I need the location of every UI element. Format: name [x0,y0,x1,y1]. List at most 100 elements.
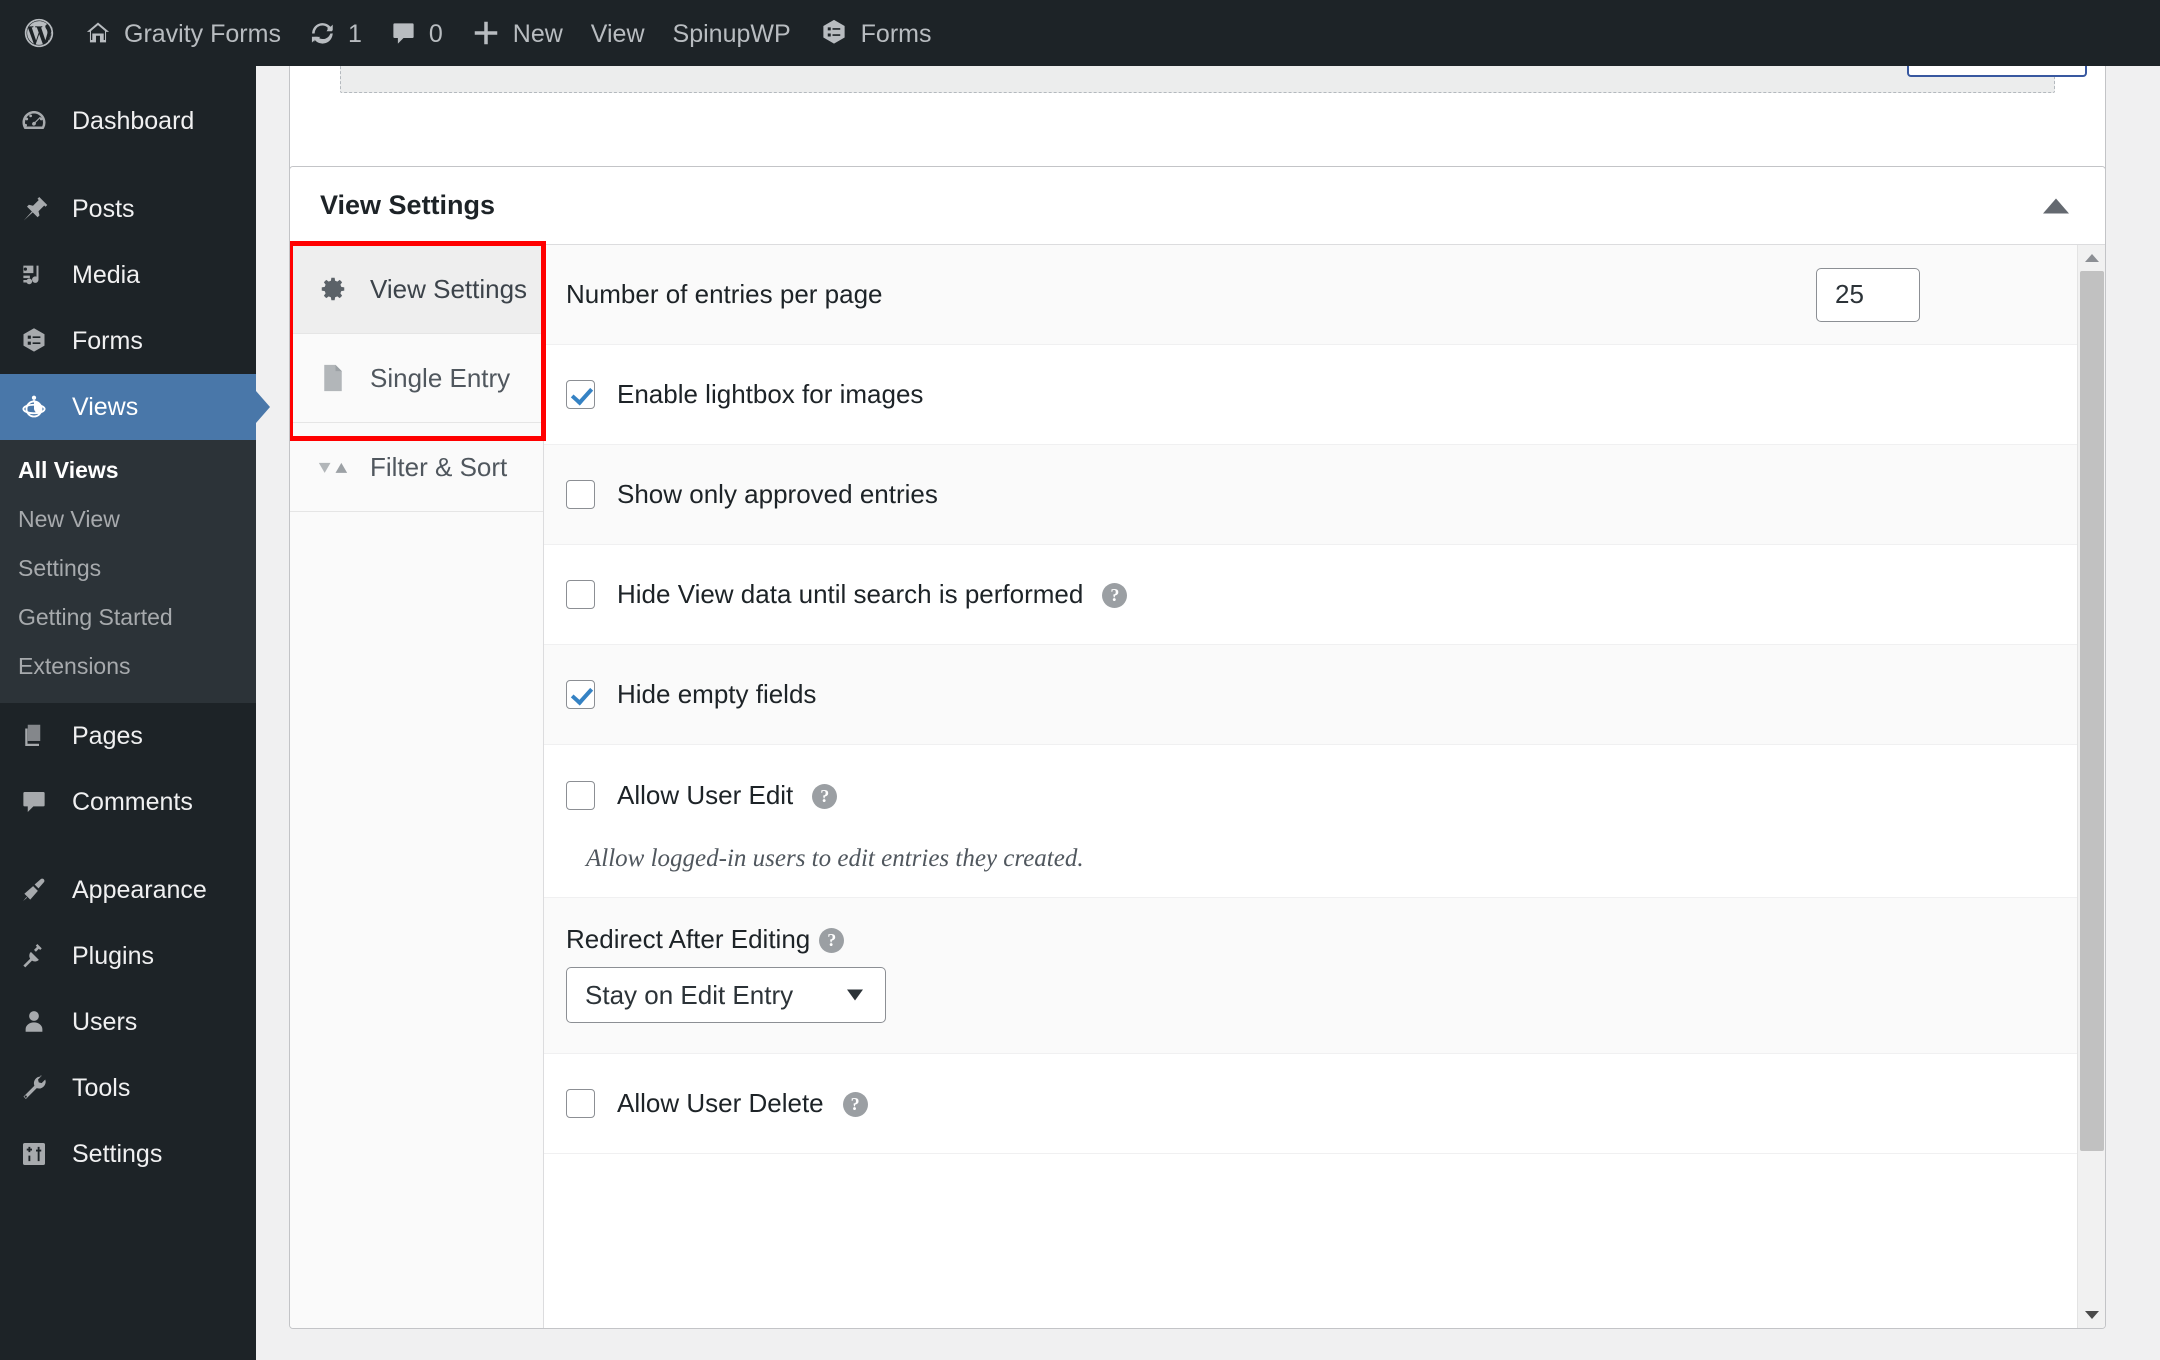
updates-icon [309,20,336,47]
scrollbar-thumb[interactable] [2080,271,2104,1151]
chevron-down-icon [847,989,863,1001]
adminbar-site-name-label: Gravity Forms [124,19,281,48]
setting-row-hide-empty-fields: Hide empty fields [544,645,2105,745]
sidebar-item-dashboard[interactable]: Dashboard [0,88,256,154]
sidebar-item-label: Users [72,1007,138,1036]
setting-row-entries-per-page: Number of entries per page 25 [544,245,2105,345]
sidebar-item-plugins[interactable]: Plugins [0,923,256,989]
sidebar-item-label: Appearance [72,875,207,904]
triangle-up-icon[interactable] [2043,198,2069,213]
hide-view-data-checkbox[interactable] [566,580,595,609]
adminbar-spinupwp-label: SpinupWP [672,19,791,48]
tab-filter-and-sort[interactable]: Filter & Sort [290,423,543,512]
help-icon[interactable]: ? [819,928,845,953]
tools-icon [14,1073,54,1103]
tab-label: View Settings [370,273,528,304]
hide-empty-fields-label: Hide empty fields [617,679,817,709]
sidebar-item-label: Pages [72,721,143,750]
hide-view-data-label: Hide View data until search is performed [617,579,1084,609]
adminbar-wordpress-logo[interactable] [8,0,70,66]
allow-user-edit-checkbox[interactable] [566,780,595,810]
sidebar-subitem-settings[interactable]: Settings [0,544,256,593]
entries-per-page-input[interactable]: 25 [1816,267,1920,322]
menu-spacer-1 [0,154,256,176]
show-only-approved-checkbox[interactable] [566,480,595,509]
sidebar-item-label: Comments [72,787,193,816]
setting-row-enable-lightbox: Enable lightbox for images [544,345,2105,445]
adminbar-forms-label: Forms [860,19,932,48]
setting-row-hide-view-data: Hide View data until search is performed… [544,545,2105,645]
admin-bar: Gravity Forms 1 0 New View SpinupWP Form… [0,0,2160,66]
hide-empty-fields-checkbox[interactable] [566,680,595,709]
sidebar-item-forms[interactable]: Forms [0,308,256,374]
allow-user-delete-label: Allow User Delete [617,1088,824,1118]
sidebar-item-comments[interactable]: Comments [0,769,256,835]
tab-single-entry[interactable]: Single Entry [290,334,543,423]
home-icon [84,19,112,47]
adminbar-site-name[interactable]: Gravity Forms [70,0,295,66]
allow-user-edit-label: Allow User Edit [617,779,794,810]
views-submenu: All Views New View Settings Getting Star… [0,440,256,704]
metabox-header: View Settings [290,167,2105,245]
redirect-after-editing-value: Stay on Edit Entry [585,979,794,1010]
sidebar-subitem-getting-started[interactable]: Getting Started [0,593,256,642]
adminbar-comments[interactable]: 0 [376,0,457,66]
sidebar-item-users[interactable]: Users [0,989,256,1055]
allow-user-delete-checkbox[interactable] [566,1089,595,1118]
scrollbar-down-arrow[interactable] [2078,1302,2105,1328]
pages-icon [14,721,54,751]
tab-label: Single Entry [370,362,511,393]
adminbar-updates-count: 1 [347,19,362,48]
adminbar-spinupwp[interactable]: SpinupWP [659,0,805,66]
forms-icon [819,18,849,48]
view-settings-metabox: View Settings View Settings Single Entry… [289,166,2106,1329]
scrollbar-up-arrow[interactable] [2078,245,2105,271]
comment-bubble-icon [390,20,417,47]
help-icon[interactable]: ? [1102,583,1128,608]
partial-panel-button[interactable] [1907,66,2087,77]
help-icon[interactable]: ? [842,1092,868,1117]
setting-row-redirect-after-editing: Redirect After Editing ? Stay on Edit En… [544,898,2105,1054]
sidebar-item-appearance[interactable]: Appearance [0,857,256,923]
setting-group-allow-user-edit: Allow User Edit ? Allow logged-in users … [544,745,2105,898]
views-icon [14,390,54,424]
plus-icon [471,18,501,48]
enable-lightbox-checkbox[interactable] [566,380,595,409]
sidebar-item-views[interactable]: Views [0,374,256,440]
menu-spacer-top [0,66,256,88]
entries-per-page-label: Number of entries per page [566,279,883,309]
settings-scrollbar[interactable] [2077,245,2105,1328]
redirect-after-editing-select[interactable]: Stay on Edit Entry [566,967,886,1023]
adminbar-forms[interactable]: Forms [805,0,946,66]
metabox-body: View Settings Single Entry Filter & Sort… [290,241,2105,1328]
sidebar-subitem-all-views[interactable]: All Views [0,446,256,495]
appearance-icon [14,875,54,905]
adminbar-updates[interactable]: 1 [295,0,376,66]
sidebar-item-pages[interactable]: Pages [0,703,256,769]
sidebar-subitem-new-view[interactable]: New View [0,495,256,544]
tab-view-settings[interactable]: View Settings [290,245,543,334]
dashboard-icon [14,106,54,136]
enable-lightbox-label: Enable lightbox for images [617,379,924,409]
adminbar-new-content[interactable]: New [457,0,577,66]
sidebar-subitem-extensions[interactable]: Extensions [0,642,256,691]
gear-icon [318,274,348,304]
sidebar-item-posts[interactable]: Posts [0,176,256,242]
settings-tab-list: View Settings Single Entry Filter & Sort [290,241,546,1328]
adminbar-view-label: View [590,19,645,48]
page-title: View Settings [320,190,496,220]
adminbar-view-site[interactable]: View [577,0,659,66]
sidebar-item-settings[interactable]: Settings [0,1121,256,1187]
setting-row-allow-user-delete: Allow User Delete ? [544,1054,2105,1154]
setting-row-allow-user-edit: Allow User Edit ? [544,745,2105,845]
tab-label: Filter & Sort [370,451,508,482]
wordpress-logo-icon [22,16,56,50]
forms-icon [14,326,54,356]
help-icon[interactable]: ? [812,783,838,809]
media-icon [14,260,54,290]
sidebar-item-label: Views [72,392,139,421]
redirect-after-editing-label: Redirect After Editing [566,924,811,954]
sidebar-item-media[interactable]: Media [0,242,256,308]
sort-arrows-icon [318,456,348,478]
sidebar-item-tools[interactable]: Tools [0,1055,256,1121]
